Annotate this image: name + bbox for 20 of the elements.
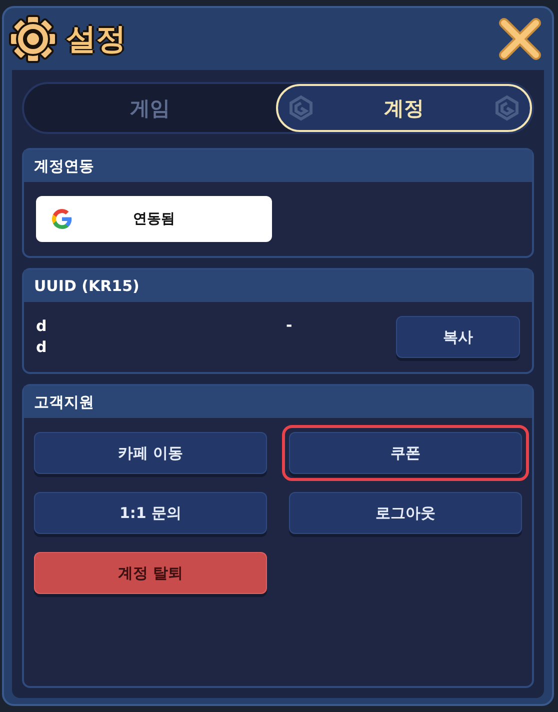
support-button[interactable]: 카페 이동: [34, 432, 267, 474]
delete-account-button[interactable]: 계정 탈퇴: [34, 552, 267, 594]
section-title: 계정연동: [34, 156, 94, 176]
google-link-button[interactable]: 연동됨: [36, 196, 272, 242]
tab[interactable]: 계정: [276, 84, 532, 132]
uuid-text: d: [36, 316, 48, 337]
google-icon: [50, 207, 74, 231]
support-button[interactable]: 1:1 문의: [34, 492, 267, 534]
close-icon[interactable]: [498, 17, 542, 61]
emblem-icon: [288, 95, 314, 121]
uuid-text: d: [36, 337, 48, 358]
window-title: 설정: [66, 20, 127, 58]
section-title: UUID (KR15): [34, 277, 140, 295]
section-title: 고객지원: [34, 392, 94, 412]
support-button[interactable]: 쿠폰: [289, 432, 522, 474]
copy-button[interactable]: 복사: [396, 316, 520, 358]
support-button[interactable]: 로그아웃: [289, 492, 522, 534]
emblem-icon: [494, 95, 520, 121]
separator-text: -: [286, 316, 294, 334]
settings-icon: [8, 14, 58, 64]
